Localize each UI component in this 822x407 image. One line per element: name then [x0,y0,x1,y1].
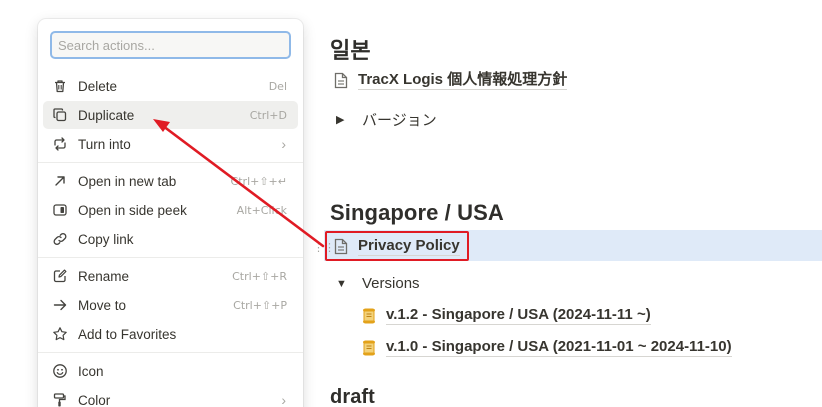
scroll-icon [363,308,375,323]
menu-item-duplicate[interactable]: Duplicate Ctrl+D [43,101,298,129]
toggle-label: バージョン [362,112,437,129]
menu-item-shortcut: Ctrl+⇧+P [233,298,287,312]
menu-item-shortcut: Ctrl+⇧+↵ [230,174,287,188]
toggle-label: Versions [362,275,420,292]
search-actions-input[interactable] [50,31,291,59]
menu-item-label: Color [78,392,111,407]
page-link-japan-policy[interactable]: TracX Logis 個人情報処理方針 [334,71,568,90]
paint-roller-icon [51,391,69,407]
section-heading-japan: 일본 [330,38,371,63]
menu-item-label: Turn into [78,136,131,152]
menu-item-open-in-side-peek[interactable]: Open in side peek Alt+Click [43,196,298,224]
toggle-collapsed-icon[interactable]: ▶ [336,113,348,126]
document-icon [334,72,348,89]
menu-item-color[interactable]: Color › [43,386,298,407]
open-new-tab-icon [51,172,69,190]
menu-item-shortcut: Ctrl+⇧+R [232,269,287,283]
page-link-title: TracX Logis 個人情報処理方針 [358,71,568,90]
menu-divider [38,257,303,258]
page-link-version-1-2[interactable]: v.1.2 - Singapore / USA (2024-11-11 ~) [362,306,651,325]
toggle-japan-versions[interactable]: ▶ バージョン [336,109,437,130]
menu-item-shortcut: Del [268,79,287,93]
menu-item-label: Add to Favorites [78,326,177,342]
star-icon [51,325,69,343]
menu-item-label: Duplicate [78,107,135,123]
link-icon [51,230,69,248]
duplicate-icon [51,106,69,124]
page-link-title: v.1.0 - Singapore / USA (2021-11-01 ~ 20… [386,338,732,357]
menu-item-label: Open in new tab [78,173,177,189]
menu-item-label: Open in side peek [78,202,187,218]
smiley-icon [51,362,69,380]
toggle-expanded-icon[interactable]: ▼ [336,278,348,290]
turn-into-icon [51,135,69,153]
page-link-version-1-0[interactable]: v.1.0 - Singapore / USA (2021-11-01 ~ 20… [362,338,732,357]
menu-item-rename[interactable]: Rename Ctrl+⇧+R [43,262,298,290]
menu-item-label: Delete [78,78,118,94]
trash-icon [51,77,69,95]
block-actions-menu: Delete Del Duplicate Ctrl+D Turn into › … [38,19,303,407]
side-peek-icon [51,201,69,219]
scroll-icon [363,340,375,355]
menu-item-label: Move to [78,297,127,313]
menu-divider [38,352,303,353]
menu-item-label: Copy link [78,231,134,247]
menu-item-shortcut: Ctrl+D [249,108,287,122]
menu-item-move-to[interactable]: Move to Ctrl+⇧+P [43,291,298,319]
menu-item-copy-link[interactable]: Copy link [43,225,298,253]
menu-item-shortcut: Alt+Click [236,203,287,217]
section-heading-draft: draft [330,386,375,407]
menu-item-label: Icon [78,363,104,379]
menu-item-delete[interactable]: Delete Del [43,72,298,100]
page-link-title: v.1.2 - Singapore / USA (2024-11-11 ~) [386,306,651,325]
menu-item-turn-into[interactable]: Turn into › [43,130,298,158]
menu-item-label: Rename [78,268,130,284]
chevron-right-icon: › [281,136,286,152]
annotation-highlight-box [325,231,469,261]
menu-divider [38,162,303,163]
menu-item-add-to-favorites[interactable]: Add to Favorites [43,320,298,348]
menu-item-icon[interactable]: Icon [43,357,298,385]
toggle-sg-versions[interactable]: ▼ Versions [336,275,420,292]
section-heading-singapore-usa: Singapore / USA [330,200,504,225]
rename-icon [51,267,69,285]
chevron-right-icon: › [281,392,286,407]
menu-item-open-in-new-tab[interactable]: Open in new tab Ctrl+⇧+↵ [43,167,298,195]
move-to-icon [51,296,69,314]
